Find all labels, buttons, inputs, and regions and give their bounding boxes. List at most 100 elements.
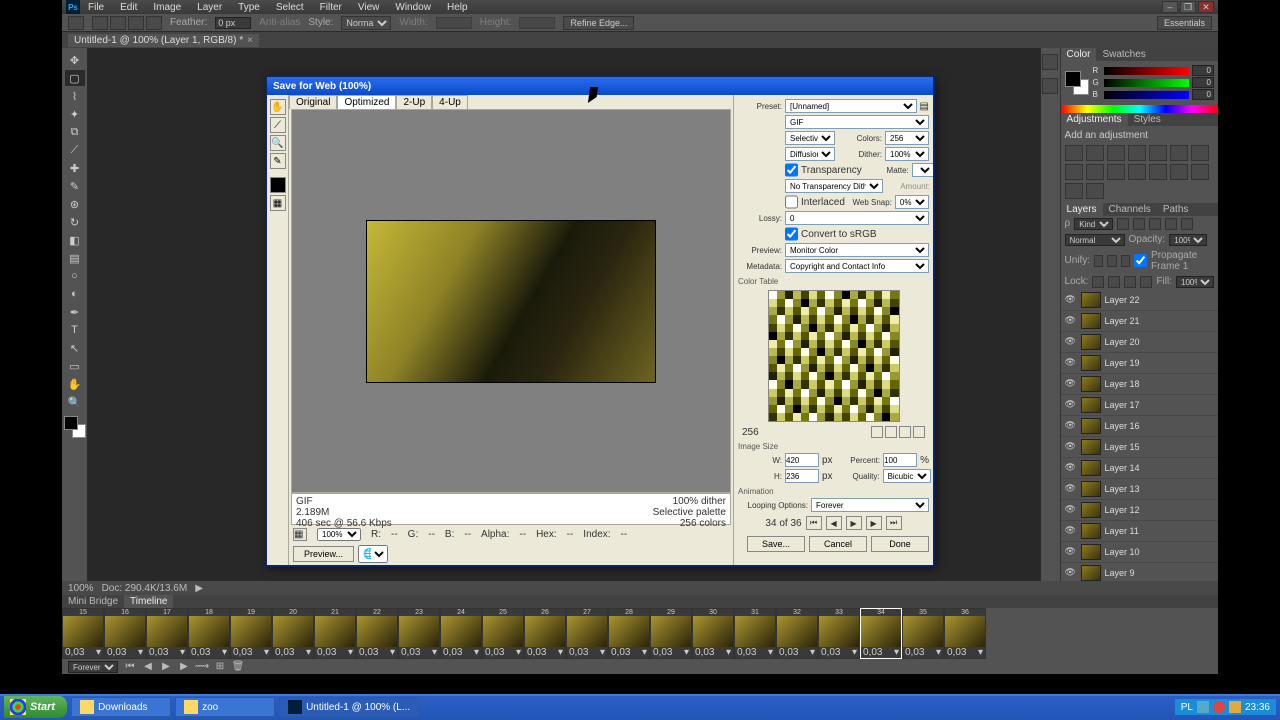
crop-tool-icon[interactable]: ⧉	[65, 124, 85, 140]
type-tool-icon[interactable]: T	[65, 322, 85, 338]
sfw-slice-vis-icon[interactable]: ▦	[270, 195, 286, 211]
propagate-checkbox[interactable]	[1134, 254, 1147, 267]
dither-amount-select[interactable]: 100%	[885, 147, 929, 161]
timeline-frame[interactable]: 260,03▾	[524, 608, 566, 659]
lasso-tool-icon[interactable]: ⌇	[65, 88, 85, 104]
layer-row[interactable]: 👁Layer 21	[1061, 311, 1218, 332]
layer-row[interactable]: 👁Layer 9	[1061, 563, 1218, 581]
style-select[interactable]: Normal	[341, 16, 391, 30]
color-table[interactable]	[768, 290, 900, 422]
transp-dither-select[interactable]: No Transparency Dither	[785, 179, 883, 193]
preset-select[interactable]: [Unnamed]	[785, 99, 917, 113]
taskbar-item-downloads[interactable]: Downloads	[71, 697, 171, 717]
minimize-button[interactable]: –	[1162, 1, 1178, 13]
adj-hue-icon[interactable]	[1170, 145, 1188, 161]
colors-select[interactable]: 256	[885, 131, 929, 145]
anim-last-icon[interactable]: ⏭	[886, 516, 902, 530]
layer-row[interactable]: 👁Layer 10	[1061, 542, 1218, 563]
system-tray[interactable]: PL 23:36	[1175, 699, 1276, 715]
subtract-selection-icon[interactable]	[128, 16, 144, 30]
document-tab[interactable]: Untitled-1 @ 100% (Layer 1, RGB/8) *×	[68, 34, 259, 47]
tab-adjustments[interactable]: Adjustments	[1061, 113, 1128, 126]
srgb-checkbox[interactable]	[785, 227, 798, 241]
menu-help[interactable]: Help	[445, 1, 470, 14]
layer-row[interactable]: 👁Layer 14	[1061, 458, 1218, 479]
tool-preset-icon[interactable]	[68, 16, 84, 30]
delete-frame-icon[interactable]: 🗑	[232, 661, 244, 673]
timeline-frame[interactable]: 170,03▾	[146, 608, 188, 659]
sfw-tab-original[interactable]: Original	[289, 95, 337, 109]
visibility-icon[interactable]: 👁	[1065, 357, 1077, 369]
matte-select[interactable]	[912, 163, 933, 177]
menu-select[interactable]: Select	[274, 1, 306, 14]
visibility-icon[interactable]: 👁	[1065, 420, 1077, 432]
blur-tool-icon[interactable]: ○	[65, 268, 85, 284]
anim-prev-icon[interactable]: ◀	[826, 516, 842, 530]
gradient-tool-icon[interactable]: ▤	[65, 250, 85, 266]
timeline-frame[interactable]: 280,03▾	[608, 608, 650, 659]
tab-minibridge[interactable]: Mini Bridge	[62, 595, 124, 608]
intersect-selection-icon[interactable]	[146, 16, 162, 30]
adj-invert-icon[interactable]	[1149, 164, 1167, 180]
start-button[interactable]: Start	[4, 696, 67, 718]
next-frame-icon[interactable]: ▶	[178, 661, 190, 673]
lock-pos-icon[interactable]	[1124, 276, 1136, 288]
sfw-zoom-tool-icon[interactable]: 🔍	[270, 135, 286, 151]
first-frame-icon[interactable]: ⏮	[124, 661, 136, 673]
g-value[interactable]: 0	[1192, 77, 1214, 88]
brush-tool-icon[interactable]: ✎	[65, 178, 85, 194]
timeline-frame[interactable]: 360,03▾	[944, 608, 986, 659]
visibility-icon[interactable]: 👁	[1065, 546, 1077, 558]
tab-timeline[interactable]: Timeline	[124, 595, 173, 608]
timeline-frame[interactable]: 230,03▾	[398, 608, 440, 659]
menu-filter[interactable]: Filter	[318, 1, 344, 14]
adj-exposure-icon[interactable]	[1128, 145, 1146, 161]
visibility-icon[interactable]: 👁	[1065, 441, 1077, 453]
prev-frame-icon[interactable]: ◀	[142, 661, 154, 673]
add-selection-icon[interactable]	[110, 16, 126, 30]
adj-brightness-icon[interactable]	[1065, 145, 1083, 161]
sfw-hand-tool-icon[interactable]: ✋	[270, 99, 286, 115]
reduction-select[interactable]: Selective	[785, 131, 835, 145]
transparency-checkbox[interactable]	[785, 163, 798, 177]
filter-smart-icon[interactable]	[1181, 218, 1193, 230]
color-spectrum[interactable]	[1061, 105, 1218, 113]
history-brush-icon[interactable]: ↻	[65, 214, 85, 230]
tab-channels[interactable]: Channels	[1103, 203, 1157, 216]
timeline-frame[interactable]: 300,03▾	[692, 608, 734, 659]
visibility-icon[interactable]: 👁	[1065, 294, 1077, 306]
menu-window[interactable]: Window	[393, 1, 433, 14]
marquee-tool-icon[interactable]: ▢	[65, 70, 85, 86]
layer-row[interactable]: 👁Layer 17	[1061, 395, 1218, 416]
hand-tool-icon[interactable]: ✋	[65, 376, 85, 392]
preview-button[interactable]: Preview...	[293, 546, 354, 562]
tray-icon[interactable]	[1229, 701, 1241, 713]
anim-next-icon[interactable]: ▶	[866, 516, 882, 530]
timeline-frame[interactable]: 240,03▾	[440, 608, 482, 659]
layer-row[interactable]: 👁Layer 20	[1061, 332, 1218, 353]
lock-all-icon[interactable]	[1140, 276, 1152, 288]
move-tool-icon[interactable]: ✥	[65, 52, 85, 68]
dodge-tool-icon[interactable]: ◐	[65, 286, 85, 302]
sfw-tab-optimized[interactable]: Optimized	[337, 95, 396, 109]
close-button[interactable]: ✕	[1198, 1, 1214, 13]
timeline-frame[interactable]: 150,03▾	[62, 608, 104, 659]
adj-gradient-icon[interactable]	[1065, 183, 1083, 199]
blend-mode-select[interactable]: Normal	[1065, 234, 1125, 246]
adj-bw-icon[interactable]	[1065, 164, 1083, 180]
loop-select[interactable]: Forever	[68, 661, 118, 673]
menu-type[interactable]: Type	[236, 1, 262, 14]
sfw-tab-4up[interactable]: 4-Up	[432, 95, 468, 109]
preview-select[interactable]: Monitor Color	[785, 243, 929, 257]
cancel-button[interactable]: Cancel	[809, 536, 867, 552]
visibility-icon[interactable]: 👁	[1065, 399, 1077, 411]
sfw-zoom-select[interactable]: 100%	[317, 528, 361, 541]
metadata-select[interactable]: Copyright and Contact Info	[785, 259, 929, 273]
play-icon[interactable]: ▶	[160, 661, 172, 673]
shape-tool-icon[interactable]: ▭	[65, 358, 85, 374]
layer-row[interactable]: 👁Layer 19	[1061, 353, 1218, 374]
maximize-button[interactable]: ❐	[1180, 1, 1196, 13]
healing-tool-icon[interactable]: ✚	[65, 160, 85, 176]
visibility-icon[interactable]: 👁	[1065, 315, 1077, 327]
preset-menu-icon[interactable]: ▤	[920, 101, 929, 112]
